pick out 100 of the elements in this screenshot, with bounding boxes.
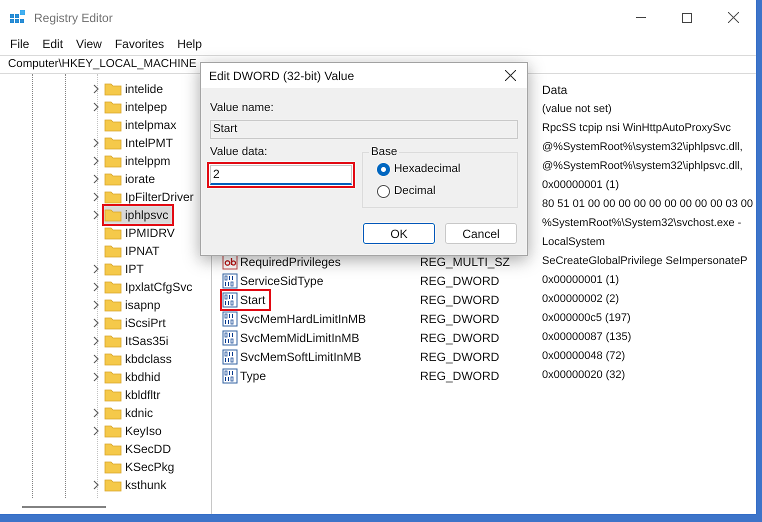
close-icon (728, 12, 738, 23)
folder-icon (104, 244, 122, 258)
chevron-right-icon[interactable] (92, 408, 100, 418)
tree-item-label: kbdclass (125, 351, 172, 368)
folder-icon (104, 442, 122, 456)
chevron-right-icon[interactable] (92, 264, 100, 274)
chevron-right-icon[interactable] (92, 480, 100, 490)
value-data: %SystemRoot%\System32\svchost.exe - (542, 216, 742, 232)
value-data: 0x00000087 (135) (542, 330, 632, 346)
value-name: Type (240, 368, 266, 384)
tree-item[interactable]: IpxlatCfgSvc (104, 278, 196, 296)
value-name: Start (240, 292, 266, 308)
chevron-right-icon[interactable] (92, 192, 100, 202)
binary-value-icon (222, 348, 238, 364)
chevron-right-icon[interactable] (92, 318, 100, 328)
tree-item-label: iScsiPrt (125, 315, 166, 332)
chevron-right-icon[interactable] (92, 282, 100, 292)
value-type: REG_DWORD (420, 368, 500, 382)
value-data: 0x00000048 (72) (542, 349, 626, 364)
value-name: SvcMemHardLimitInMB (240, 310, 366, 328)
tree-item[interactable]: IPT (104, 260, 148, 278)
column-header[interactable]: Data (542, 81, 568, 99)
folder-icon (104, 334, 122, 348)
tree-item-label: kbdhid (125, 369, 160, 386)
tree-item-label: kbldfltr (125, 387, 160, 404)
value-data: @%SystemRoot%\system32\iphlpsvc.dll, (542, 140, 743, 156)
tree-item-label: intelpmax (125, 117, 176, 134)
folder-icon (104, 478, 122, 492)
value-name-cell[interactable]: SvcMemHardLimitInMB (222, 310, 370, 328)
value-name-cell[interactable]: Type (222, 366, 270, 384)
close-icon[interactable] (505, 70, 516, 81)
tree-item[interactable]: isapnp (104, 296, 164, 314)
folder-icon (104, 352, 122, 366)
tree-item[interactable]: intelide (104, 80, 168, 98)
tree-item[interactable]: KeyIso (104, 422, 166, 440)
tree-item[interactable]: IpFilterDriver (104, 188, 198, 206)
tree-item[interactable]: IPMIDRV (104, 224, 179, 242)
minimize-icon (636, 17, 646, 18)
tree-item[interactable]: kbldfltr (104, 386, 164, 404)
chevron-right-icon[interactable] (92, 84, 100, 94)
value-data: SeCreateGlobalPrivilege SeImpersonateP (542, 254, 748, 270)
tree-item-label: KSecDD (125, 441, 172, 458)
tree-item-label: ksthunk (125, 477, 166, 494)
value-data: RpcSS tcpip nsi WinHttpAutoProxySvc (542, 121, 731, 136)
tree-item[interactable]: KSecDD (104, 440, 176, 458)
menu-item[interactable]: View (76, 34, 102, 52)
menu-item[interactable]: File (10, 34, 30, 52)
radio-button[interactable] (377, 184, 390, 198)
tree-item[interactable]: iScsiPrt (104, 314, 170, 332)
value-data-field[interactable]: 2 (210, 164, 352, 184)
chevron-right-icon[interactable] (92, 138, 100, 148)
tree-item[interactable]: kbdhid (104, 368, 164, 386)
tree-item[interactable]: intelpmax (104, 116, 180, 134)
value-type: REG_MULTI_SZ (420, 254, 510, 268)
chevron-right-icon[interactable] (92, 156, 100, 166)
menu-item[interactable]: Favorites (114, 34, 164, 52)
value-data-label: Value data: (210, 145, 268, 160)
chevron-right-icon[interactable] (92, 372, 100, 382)
address-bar[interactable]: Computer\HKEY_LOCAL_MACHINE (8, 56, 197, 74)
value-data: LocalSystem (542, 235, 605, 250)
dialog-button[interactable]: OK (363, 223, 435, 244)
radio-label: Decimal (394, 184, 436, 198)
menu-item[interactable]: Help (177, 34, 202, 52)
tree-item-label: ItSas35i (125, 333, 168, 350)
tree-item-label: intelide (125, 81, 164, 98)
chevron-right-icon[interactable] (92, 354, 100, 364)
binary-value-icon (222, 272, 238, 288)
tree-item[interactable]: KSecPkg (104, 458, 178, 476)
binary-value-icon (222, 368, 238, 384)
tree-item[interactable]: IntelPMT (104, 134, 178, 152)
tree-item[interactable]: kbdclass (104, 350, 176, 368)
folder-icon (104, 406, 122, 420)
chevron-right-icon[interactable] (92, 210, 100, 220)
value-name-cell[interactable]: Start (222, 290, 270, 308)
binary-value-icon (222, 330, 238, 346)
tree-item[interactable]: ksthunk (104, 476, 170, 494)
value-name-field: Start (210, 120, 518, 140)
tree-item-label: IntelPMT (125, 135, 174, 152)
tree-item[interactable]: intelppm (104, 152, 174, 170)
value-name-cell[interactable]: SvcMemMidLimitInMB (222, 328, 364, 346)
chevron-right-icon[interactable] (92, 336, 100, 346)
tree-item-label: KSecPkg (125, 459, 174, 476)
value-name-cell[interactable]: SvcMemSoftLimitInMB (222, 348, 366, 366)
chevron-right-icon[interactable] (92, 174, 100, 184)
tree-item[interactable]: iorate (104, 170, 160, 188)
folder-icon (104, 316, 122, 330)
chevron-right-icon[interactable] (92, 426, 100, 436)
tree-item[interactable]: ItSas35i (104, 332, 172, 350)
tree-item-label: IpxlatCfgSvc (125, 279, 192, 296)
radio-button[interactable] (377, 163, 390, 176)
tree-item[interactable]: intelpep (104, 98, 172, 116)
chevron-right-icon[interactable] (92, 102, 100, 112)
value-name-cell[interactable]: ServiceSidType (222, 272, 328, 290)
tree-item[interactable]: IPNAT (104, 242, 164, 260)
tree-item[interactable]: iphlpsvc (104, 206, 172, 224)
dialog-button[interactable]: Cancel (445, 223, 517, 244)
menu-item[interactable]: Edit (42, 34, 64, 52)
chevron-right-icon[interactable] (92, 300, 100, 310)
tree-item[interactable]: kdnic (104, 404, 158, 422)
tree-item-label: IPT (125, 261, 144, 278)
